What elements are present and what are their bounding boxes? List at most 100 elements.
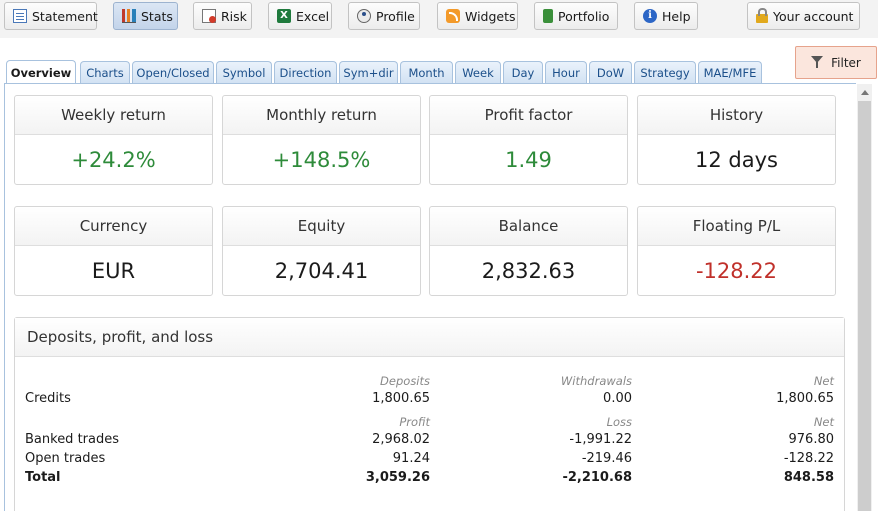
tab-sym-dir[interactable]: Sym+dir: [339, 61, 398, 83]
row-label: Open trades: [25, 451, 106, 466]
stats-icon: [122, 9, 136, 23]
filter-funnel-icon: [811, 55, 825, 70]
widgets-icon: [446, 9, 460, 23]
deposits-subheader-row: Deposits Withdrawals Net: [15, 374, 844, 392]
widgets-button-label: Widgets: [465, 8, 516, 24]
tab-week[interactable]: Week: [455, 61, 501, 83]
col-loss-header: Loss: [606, 415, 632, 429]
card-value: +24.2%: [71, 148, 156, 172]
excel-button[interactable]: X Excel: [268, 2, 332, 30]
stat-card-weekly-return: Weekly return +24.2%: [14, 95, 213, 185]
risk-button[interactable]: Risk: [193, 2, 252, 30]
card-title: Monthly return: [223, 96, 420, 135]
statement-button[interactable]: Statement: [4, 2, 98, 30]
open-trades-row: Open trades 91.24 -219.46 -128.22: [15, 451, 844, 469]
filter-button[interactable]: Filter: [795, 46, 877, 79]
card-value: 12 days: [695, 148, 778, 172]
row-label: Credits: [25, 391, 71, 406]
net-value: 1,800.65: [776, 391, 834, 406]
risk-icon: [202, 9, 216, 23]
portfolio-icon: [543, 9, 553, 23]
tab-month[interactable]: Month: [400, 61, 453, 83]
tab-mae-mfe[interactable]: MAE/MFE: [698, 61, 762, 83]
your-account-label: Your account: [773, 8, 854, 24]
card-title: Floating P/L: [638, 207, 835, 246]
portfolio-button-label: Portfolio: [558, 8, 610, 24]
tab-direction[interactable]: Direction: [274, 61, 337, 83]
stats-button-label: Stats: [141, 8, 173, 24]
card-value: EUR: [91, 259, 136, 283]
total-row: Total 3,059.26 -2,210.68 848.58: [15, 470, 844, 488]
lock-icon: [756, 8, 768, 23]
col-net-header: Net: [813, 374, 834, 388]
help-button[interactable]: i Help: [634, 2, 698, 30]
vertical-scrollbar[interactable]: [857, 84, 872, 511]
card-title: History: [638, 96, 835, 135]
loss-value: -2,210.68: [562, 470, 632, 485]
your-account-button[interactable]: Your account: [747, 2, 860, 30]
net-value: 976.80: [788, 432, 835, 447]
profit-subheader-row: Profit Loss Net: [15, 415, 844, 433]
help-icon: i: [643, 9, 657, 23]
help-button-label: Help: [662, 8, 691, 24]
card-value: +148.5%: [272, 148, 371, 172]
card-value: 2,832.63: [481, 259, 576, 283]
profile-button-label: Profile: [376, 8, 415, 24]
profit-value: 91.24: [392, 451, 430, 466]
stat-card-profit-factor: Profit factor 1.49: [429, 95, 628, 185]
banked-trades-row: Banked trades 2,968.02 -1,991.22 976.80: [15, 432, 844, 450]
tab-dow[interactable]: DoW: [589, 61, 632, 83]
widgets-button[interactable]: Widgets: [437, 2, 518, 30]
statement-icon: [13, 9, 27, 23]
statement-button-label: Statement: [32, 8, 98, 24]
risk-button-label: Risk: [221, 8, 247, 24]
card-value: 2,704.41: [274, 259, 369, 283]
card-title: Weekly return: [15, 96, 212, 135]
stat-card-history: History 12 days: [637, 95, 836, 185]
filter-label: Filter: [831, 55, 861, 70]
tab-open-closed[interactable]: Open/Closed: [132, 61, 214, 83]
card-value: -128.22: [695, 259, 778, 283]
tab-overview[interactable]: Overview: [6, 60, 76, 84]
profile-button[interactable]: Profile: [348, 2, 420, 30]
loss-value: -1,991.22: [569, 432, 632, 447]
portfolio-button[interactable]: Portfolio: [534, 2, 618, 30]
tab-hour[interactable]: Hour: [545, 61, 587, 83]
stat-card-currency: Currency EUR: [14, 206, 213, 296]
net-value: 848.58: [783, 470, 834, 485]
profile-icon: [357, 9, 371, 23]
deposits-profit-loss-section: Deposits, profit, and loss Deposits With…: [14, 317, 845, 511]
excel-button-label: Excel: [296, 8, 330, 24]
profit-value: 2,968.02: [372, 432, 430, 447]
scrollbar-thumb[interactable]: [858, 101, 871, 511]
scroll-up-arrow-icon[interactable]: [857, 84, 872, 101]
row-label: Banked trades: [25, 432, 120, 447]
col-deposits-header: Deposits: [380, 374, 430, 388]
deposits-value: 1,800.65: [372, 391, 430, 406]
stat-card-equity: Equity 2,704.41: [222, 206, 421, 296]
col-withdrawals-header: Withdrawals: [560, 374, 632, 388]
loss-value: -219.46: [581, 451, 632, 466]
tab-strategy[interactable]: Strategy: [634, 61, 696, 83]
card-value: 1.49: [505, 148, 552, 172]
col-profit-header: Profit: [399, 415, 430, 429]
net-value: -128.22: [783, 451, 834, 466]
card-title: Profit factor: [430, 96, 627, 135]
excel-icon: X: [277, 9, 291, 23]
row-label: Total: [25, 470, 61, 485]
col-net-header: Net: [813, 415, 834, 429]
tab-day[interactable]: Day: [503, 61, 543, 83]
stat-card-balance: Balance 2,832.63: [429, 206, 628, 296]
stat-card-monthly-return: Monthly return +148.5%: [222, 95, 421, 185]
stats-button[interactable]: Stats: [113, 2, 178, 30]
tab-charts[interactable]: Charts: [80, 61, 130, 83]
section-title: Deposits, profit, and loss: [15, 318, 844, 357]
profit-value: 3,059.26: [365, 470, 430, 485]
card-title: Currency: [15, 207, 212, 246]
top-toolbar: Statement Stats Risk X Excel Profile Wid…: [0, 0, 878, 38]
tab-symbol[interactable]: Symbol: [216, 61, 272, 83]
card-title: Balance: [430, 207, 627, 246]
credits-row: Credits 1,800.65 0.00 1,800.65: [15, 391, 844, 409]
stat-card-floating-pl: Floating P/L -128.22: [637, 206, 836, 296]
withdrawals-value: 0.00: [603, 391, 632, 406]
